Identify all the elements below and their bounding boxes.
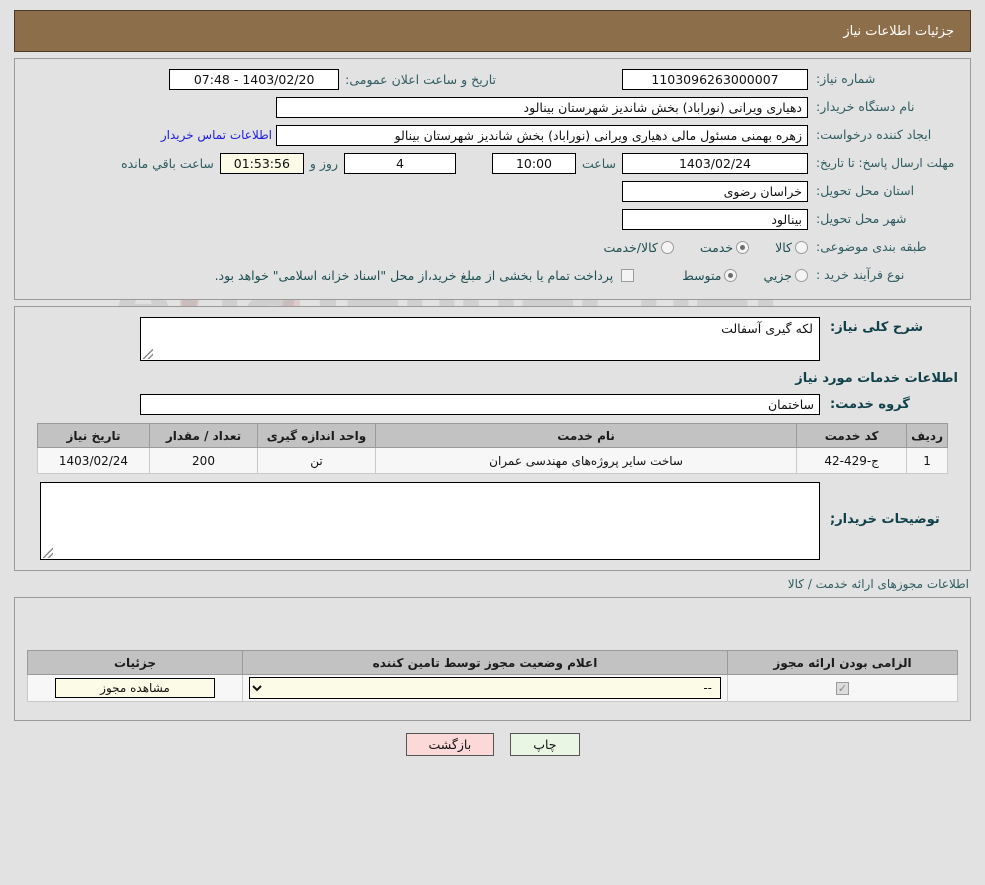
table-row: -- مشاهده مجوز — [27, 674, 958, 702]
table-row: 1 ج-429-42 ساخت سایر پروژه‌های مهندسی عم… — [37, 447, 948, 474]
treasury-checkbox[interactable] — [621, 268, 635, 282]
print-button[interactable]: چاپ — [510, 733, 580, 756]
row-need-number: شماره نیاز: 1103096263000007 تاریخ و ساع… — [25, 67, 960, 91]
radio-icon-jozi[interactable] — [795, 268, 808, 282]
row-city: شهر محل تحویل: بینالود — [25, 207, 960, 231]
need-description-panel: شرح کلی نیاز: لکه گیری آسفالت اطلاعات خد… — [14, 306, 971, 571]
announce-datetime-value: 1403/02/20 - 07:48 — [169, 68, 340, 90]
licenses-section-title: اطلاعات مجوزهای ارائه خدمت / کالا — [787, 577, 969, 591]
general-description-value[interactable]: لکه گیری آسفالت — [140, 317, 820, 361]
buyer-org-value: دهیاری ویرانی (نوراباد) بخش شاندیز شهرست… — [276, 96, 808, 118]
deadline-label: مهلت ارسال پاسخ: تا تاریخ: — [816, 155, 955, 170]
row-buyer-notes: توضیحات خریدار; — [25, 482, 960, 560]
treasury-note-label: پرداخت تمام یا بخشی از مبلغ خرید،از محل … — [214, 267, 614, 283]
row-province: استان محل تحویل: خراسان رضوی — [25, 179, 960, 203]
page-header: جزئیات اطلاعات نیاز — [14, 10, 971, 52]
row-category: طبقه بندی موضوعی: کالا خدمت کالا/خدمت — [25, 235, 960, 259]
general-description-text: لکه گیری آسفالت — [721, 321, 813, 336]
category-option-khedmat-label: خدمت — [699, 239, 734, 255]
licenses-table-header-row: الزامی بودن ارائه مجوز اعلام وضعیت مجوز … — [27, 650, 958, 675]
col-service-code: کد خدمت — [796, 423, 908, 448]
back-button[interactable]: بازگشت — [405, 733, 495, 756]
col-unit: واحد اندازه گیری — [257, 423, 376, 448]
licenses-panel: الزامی بودن ارائه مجوز اعلام وضعیت مجوز … — [14, 597, 971, 721]
col-radif: ردیف — [906, 423, 948, 448]
process-option-jozi[interactable]: جزیي — [763, 268, 808, 283]
remaining-days-value: 4 — [343, 152, 456, 174]
row-process-type: نوع فرآیند خرید : جزیي متوسط پرداخت تمام… — [25, 263, 960, 287]
col-license-required: الزامی بودن ارائه مجوز — [727, 650, 958, 675]
need-info-panel: شماره نیاز: 1103096263000007 تاریخ و ساع… — [14, 58, 971, 300]
license-status-select[interactable]: -- — [249, 677, 721, 699]
deadline-date-value: 1403/02/24 — [622, 152, 808, 174]
cell-service-code: ج-429-42 — [796, 447, 908, 474]
category-label: طبقه بندی موضوعی: — [816, 239, 927, 255]
col-service-name: نام خدمت — [374, 423, 798, 448]
licenses-spacer — [15, 598, 970, 642]
process-label: نوع فرآیند خرید : — [816, 267, 905, 283]
services-section-title: اطلاعات خدمات مورد نیاز — [795, 371, 958, 386]
process-option-motevaset[interactable]: متوسط — [682, 267, 738, 283]
cell-need-date: 1403/02/24 — [37, 447, 150, 474]
category-option-kala-khedmat-label: کالا/خدمت — [603, 239, 658, 255]
city-label: شهر محل تحویل: — [816, 211, 907, 227]
creator-value: زهره بهمنی مسئول مالی دهیاری ویرانی (نور… — [276, 124, 808, 146]
service-group-label: گروه خدمت: — [830, 397, 910, 412]
row-service-group: گروه خدمت: ساختمان — [25, 394, 960, 415]
license-required-checkbox — [836, 682, 849, 695]
cell-license-status: -- — [242, 674, 728, 702]
col-license-status: اعلام وضعیت مجوز توسط تامین کننده — [242, 650, 728, 675]
cell-license-required — [727, 674, 958, 702]
cell-radif: 1 — [906, 447, 948, 474]
row-deadline: مهلت ارسال پاسخ: تا تاریخ: 1403/02/24 سا… — [25, 151, 960, 175]
creator-label: ایجاد کننده درخواست: — [816, 127, 932, 143]
row-buyer-org: نام دستگاه خریدار: دهیاری ویرانی (نورابا… — [25, 95, 960, 119]
remaining-time-suffix: ساعت باقي مانده — [121, 155, 214, 171]
province-value: خراسان رضوی — [622, 180, 808, 202]
radio-icon-motevaset[interactable] — [724, 268, 738, 282]
category-option-khedmat[interactable]: خدمت — [699, 239, 750, 255]
need-number-value: 1103096263000007 — [622, 68, 808, 90]
resize-grip-icon-notes[interactable] — [43, 548, 53, 558]
buyer-notes-value[interactable] — [40, 482, 820, 560]
deadline-hour-value: 10:00 — [491, 152, 576, 174]
remaining-days-suffix: روز و — [309, 155, 338, 171]
remaining-time-value: 01:53:56 — [219, 152, 304, 174]
licenses-table: الزامی بودن ارائه مجوز اعلام وضعیت مجوز … — [27, 650, 958, 702]
general-description-label: شرح کلی نیاز: — [830, 320, 924, 335]
page-title: جزئیات اطلاعات نیاز — [843, 23, 954, 39]
province-label: استان محل تحویل: — [816, 183, 915, 199]
footer-actions: چاپ بازگشت — [0, 733, 985, 756]
announce-datetime-label: تاریخ و ساعت اعلان عمومی: — [345, 71, 496, 87]
services-table: ردیف کد خدمت نام خدمت واحد اندازه گیری ت… — [37, 423, 948, 474]
row-general-description: شرح کلی نیاز: لکه گیری آسفالت — [25, 317, 960, 361]
col-license-details: جزئیات — [27, 650, 243, 675]
cell-quantity: 200 — [149, 447, 258, 474]
cell-license-details: مشاهده مجوز — [27, 674, 243, 702]
category-option-kala-khedmat[interactable]: کالا/خدمت — [603, 239, 674, 255]
city-value: بینالود — [622, 208, 808, 230]
process-option-motevaset-label: متوسط — [682, 267, 722, 283]
radio-icon-kala[interactable] — [795, 240, 808, 254]
radio-icon-kala-khedmat[interactable] — [660, 240, 674, 254]
buyer-notes-label: توضیحات خریدار; — [830, 512, 940, 527]
category-option-kala[interactable]: کالا — [775, 240, 808, 255]
radio-icon-khedmat[interactable] — [736, 240, 750, 254]
deadline-hour-label: ساعت — [581, 155, 616, 171]
resize-grip-icon[interactable] — [143, 349, 153, 359]
col-quantity: تعداد / مقدار — [149, 423, 258, 448]
buyer-contact-link[interactable]: اطلاعات تماس خریدار — [157, 128, 276, 142]
need-number-label: شماره نیاز: — [816, 71, 876, 87]
process-option-jozi-label: جزیي — [763, 267, 792, 283]
category-option-kala-label: کالا — [775, 239, 792, 255]
service-group-value: ساختمان — [140, 394, 820, 415]
cell-service-name: ساخت سایر پروژه‌های مهندسی عمران — [374, 447, 798, 474]
col-need-date: تاریخ نیاز — [37, 423, 150, 448]
view-license-button[interactable]: مشاهده مجوز — [55, 678, 215, 698]
buyer-org-label: نام دستگاه خریدار: — [816, 99, 915, 115]
cell-unit: تن — [257, 447, 376, 474]
row-creator: ایجاد کننده درخواست: زهره بهمنی مسئول ما… — [25, 123, 960, 147]
services-table-header-row: ردیف کد خدمت نام خدمت واحد اندازه گیری ت… — [37, 423, 948, 448]
